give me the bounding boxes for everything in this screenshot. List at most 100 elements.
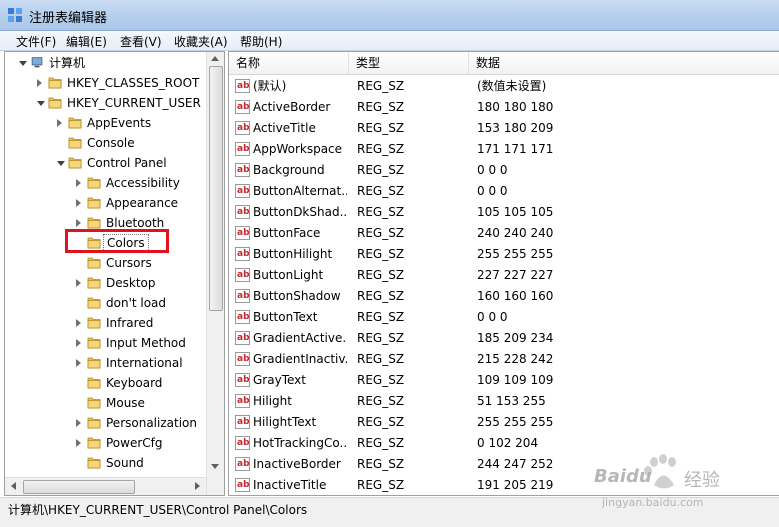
tree-node[interactable]: 计算机 — [5, 53, 205, 73]
collapsed-arrow-icon[interactable] — [76, 439, 81, 447]
collapsed-arrow-icon[interactable] — [76, 319, 81, 327]
status-path: 计算机\HKEY_CURRENT_USER\Control Panel\Colo… — [8, 503, 308, 517]
tree-node[interactable]: Accessibility — [5, 173, 205, 193]
tree-node-label: don't load — [106, 296, 167, 310]
tree-node[interactable]: don't load — [5, 293, 205, 313]
menu-edit[interactable]: 编辑(E) — [64, 33, 109, 50]
tree-node[interactable]: PowerCfg — [5, 433, 205, 453]
value-row[interactable]: ab ActiveTitle REG_SZ 153 180 209 — [229, 118, 779, 139]
value-row[interactable]: ab HilightText REG_SZ 255 255 255 — [229, 412, 779, 433]
collapsed-arrow-icon[interactable] — [76, 219, 81, 227]
tree-node[interactable]: Appearance — [5, 193, 205, 213]
value-type: REG_SZ — [357, 436, 405, 450]
scroll-right-icon[interactable] — [195, 482, 200, 490]
tree-scroll-thumb[interactable] — [209, 66, 223, 311]
expanded-arrow-icon[interactable] — [19, 61, 27, 66]
menu-file[interactable]: 文件(F) — [14, 33, 58, 50]
menu-help[interactable]: 帮助(H) — [238, 33, 284, 50]
value-type: REG_SZ — [357, 163, 405, 177]
tree-node-label: Input Method — [106, 336, 186, 350]
tree-node[interactable]: Sound — [5, 453, 205, 473]
collapsed-arrow-icon[interactable] — [76, 179, 81, 187]
tree-node[interactable]: Infrared — [5, 313, 205, 333]
tree-node-label: PowerCfg — [106, 436, 163, 450]
tree-node[interactable]: Control Panel — [5, 153, 205, 173]
value-row[interactable]: ab GradientActive... REG_SZ 185 209 234 — [229, 328, 779, 349]
string-value-icon: ab — [235, 226, 250, 240]
value-row[interactable]: ab ButtonHilight REG_SZ 255 255 255 — [229, 244, 779, 265]
value-type: REG_SZ — [357, 184, 405, 198]
tree-node[interactable]: Keyboard — [5, 373, 205, 393]
value-row[interactable]: ab ButtonDkShad... REG_SZ 105 105 105 — [229, 202, 779, 223]
collapsed-arrow-icon[interactable] — [76, 339, 81, 347]
tree-horizontal-scrollbar[interactable] — [5, 477, 206, 495]
value-data: 0 0 0 — [477, 163, 508, 177]
tree-node[interactable]: Cursors — [5, 253, 205, 273]
tree-node[interactable]: HKEY_CLASSES_ROOT — [5, 73, 205, 93]
tree-node[interactable]: Desktop — [5, 273, 205, 293]
tree-node-label: Mouse — [106, 396, 145, 410]
tree-hscroll-thumb[interactable] — [23, 480, 135, 494]
value-row[interactable]: ab ButtonFace REG_SZ 240 240 240 — [229, 223, 779, 244]
scroll-down-icon[interactable] — [211, 464, 219, 469]
expanded-arrow-icon[interactable] — [57, 161, 65, 166]
tree-node[interactable]: Console — [5, 133, 205, 153]
value-row[interactable]: ab GradientInactiv... REG_SZ 215 228 242 — [229, 349, 779, 370]
value-row[interactable]: ab ButtonText REG_SZ 0 0 0 — [229, 307, 779, 328]
tree-node[interactable]: AppEvents — [5, 113, 205, 133]
value-row[interactable]: ab ButtonAlternat... REG_SZ 0 0 0 — [229, 181, 779, 202]
title-bar[interactable]: 注册表编辑器 — [0, 0, 779, 31]
value-row[interactable]: ab (默认) REG_SZ (数值未设置) — [229, 76, 779, 97]
tree-node-label: Infrared — [106, 316, 154, 330]
status-bar: 计算机\HKEY_CURRENT_USER\Control Panel\Colo… — [0, 497, 779, 527]
tree-node[interactable]: International — [5, 353, 205, 373]
tree-node-label: Cursors — [106, 256, 152, 270]
value-row[interactable]: ab AppWorkspace REG_SZ 171 171 171 — [229, 139, 779, 160]
tree-vertical-scrollbar[interactable] — [206, 52, 224, 495]
column-data[interactable]: 数据 — [469, 52, 779, 74]
value-row[interactable]: ab InactiveBorder REG_SZ 244 247 252 — [229, 454, 779, 475]
menu-bar: 文件(F) 编辑(E) 查看(V) 收藏夹(A) 帮助(H) — [0, 31, 779, 51]
scroll-left-icon[interactable] — [11, 482, 16, 490]
value-row[interactable]: ab Hilight REG_SZ 51 153 255 — [229, 391, 779, 412]
expanded-arrow-icon[interactable] — [37, 101, 45, 106]
value-name: AppWorkspace — [253, 142, 343, 156]
column-name[interactable]: 名称 — [229, 52, 349, 74]
value-row[interactable]: ab GrayText REG_SZ 109 109 109 — [229, 370, 779, 391]
value-row[interactable]: ab ActiveBorder REG_SZ 180 180 180 — [229, 97, 779, 118]
value-name: (默认) — [253, 79, 287, 93]
collapsed-arrow-icon[interactable] — [76, 199, 81, 207]
collapsed-arrow-icon[interactable] — [57, 119, 62, 127]
folder-icon — [87, 257, 101, 269]
value-row[interactable]: ab Background REG_SZ 0 0 0 — [229, 160, 779, 181]
tree-node[interactable]: Personalization — [5, 413, 205, 433]
tree-node[interactable]: HKEY_CURRENT_USER — [5, 93, 205, 113]
collapsed-arrow-icon[interactable] — [76, 419, 81, 427]
values-list[interactable]: 名称 类型 数据 ab (默认) REG_SZ (数值未设置) ab ActiveBord… — [228, 51, 779, 496]
value-row[interactable]: ab HotTrackingCo... REG_SZ 0 102 204 — [229, 433, 779, 454]
tree-node[interactable]: Mouse — [5, 393, 205, 413]
folder-icon — [48, 77, 62, 89]
value-row[interactable]: ab ButtonShadow REG_SZ 160 160 160 — [229, 286, 779, 307]
value-row[interactable]: ab ButtonLight REG_SZ 227 227 227 — [229, 265, 779, 286]
string-value-icon: ab — [235, 373, 250, 387]
string-value-icon: ab — [235, 247, 250, 261]
scroll-up-icon[interactable] — [211, 56, 219, 61]
menu-view[interactable]: 查看(V) — [118, 33, 164, 50]
value-type: REG_SZ — [357, 205, 405, 219]
tree-node[interactable]: Input Method — [5, 333, 205, 353]
collapsed-arrow-icon[interactable] — [76, 359, 81, 367]
value-type: REG_SZ — [357, 79, 405, 93]
value-name: GradientInactiv... — [253, 352, 347, 366]
value-row[interactable]: ab InactiveTitle REG_SZ 191 205 219 — [229, 475, 779, 495]
value-type: REG_SZ — [357, 310, 405, 324]
registry-tree[interactable]: 计算机 HKEY_CLASSES_ROOT HKEY_CURRENT_USER App… — [4, 51, 225, 496]
column-type[interactable]: 类型 — [349, 52, 469, 74]
collapsed-arrow-icon[interactable] — [76, 279, 81, 287]
value-data: 109 109 109 — [477, 373, 554, 387]
collapsed-arrow-icon[interactable] — [37, 79, 42, 87]
value-type: REG_SZ — [357, 394, 405, 408]
value-type: REG_SZ — [357, 226, 405, 240]
menu-favorites[interactable]: 收藏夹(A) — [172, 33, 230, 50]
folder-icon — [48, 97, 62, 109]
